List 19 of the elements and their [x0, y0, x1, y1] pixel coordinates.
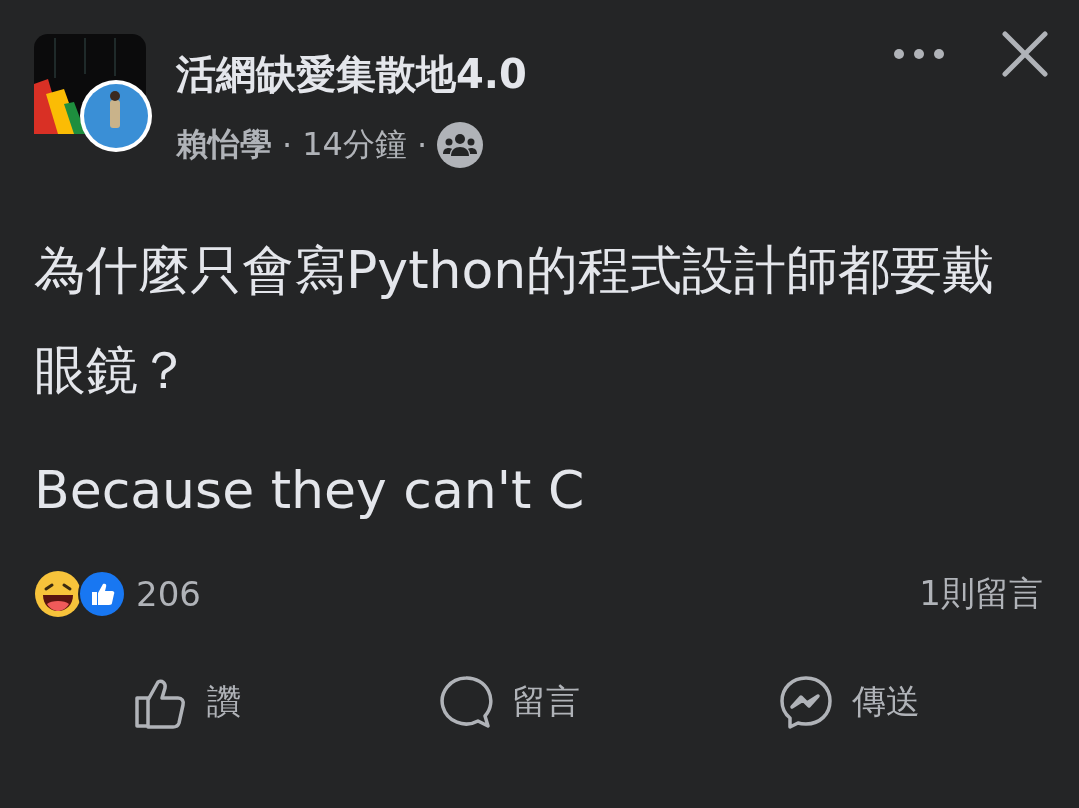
post-text: Because they can't C — [34, 459, 586, 522]
separator: · — [282, 126, 293, 164]
group-name[interactable]: 活網缺愛集散地4.0 — [176, 48, 527, 100]
reaction-count[interactable]: 206 — [136, 574, 201, 614]
messenger-icon — [778, 674, 835, 730]
more-icon[interactable] — [893, 48, 945, 60]
laughing-emoji-icon — [34, 570, 82, 618]
author-name[interactable]: 賴怡學 — [176, 123, 272, 167]
send-button[interactable]: 傳送 — [768, 668, 931, 736]
group-audience-icon — [437, 122, 484, 168]
like-reaction-icon — [78, 570, 126, 618]
comment-count[interactable]: 1則留言 — [919, 571, 1043, 617]
post-time[interactable]: 14分鐘 — [302, 123, 407, 167]
speech-bubble-icon — [438, 674, 495, 730]
like-button[interactable]: 讚 — [122, 668, 251, 736]
separator: · — [416, 126, 428, 164]
comment-button[interactable]: 留言 — [428, 668, 591, 736]
close-icon[interactable] — [1001, 30, 1049, 78]
post-text: 為什麼只會寫Python的程式設計師都要戴眼鏡？ — [34, 239, 996, 402]
